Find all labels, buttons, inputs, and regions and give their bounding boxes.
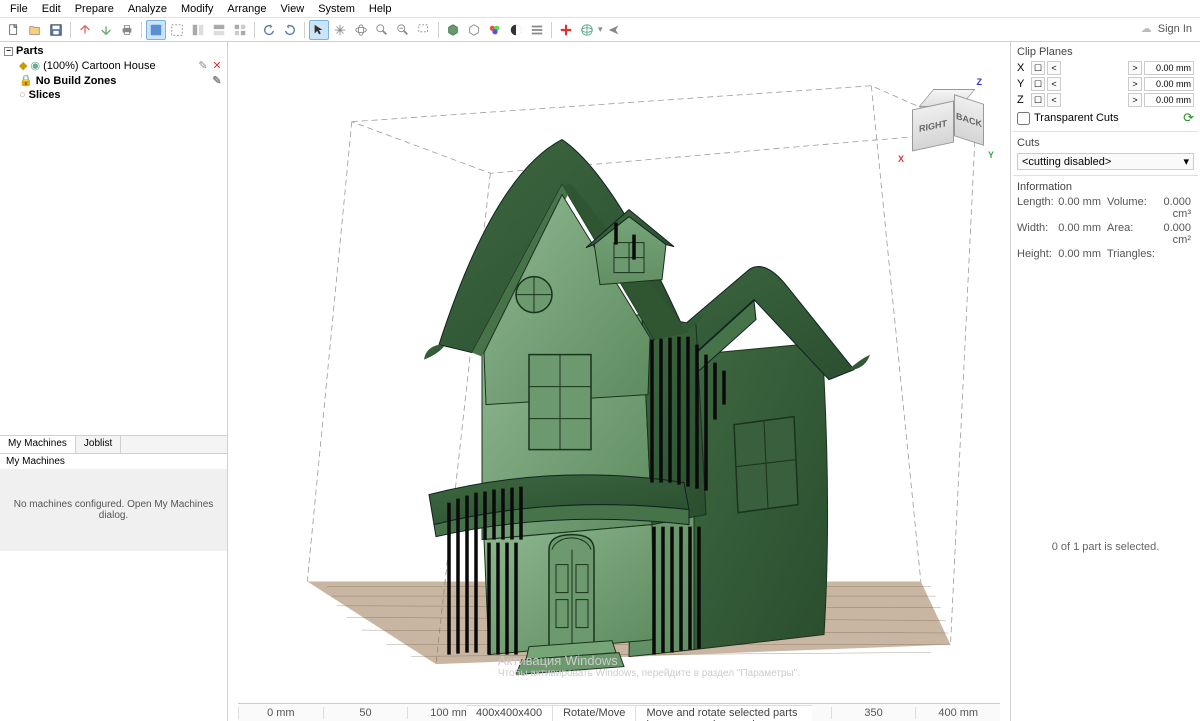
menu-arrange[interactable]: Arrange (221, 2, 272, 16)
clip-planes-title: Clip Planes (1013, 44, 1198, 60)
cloud-icon: ☁ (1141, 22, 1152, 35)
part-cube-icon: ◉ (30, 59, 40, 72)
sign-in-area[interactable]: ☁ Sign In (1141, 22, 1192, 35)
sign-in-link[interactable]: Sign In (1158, 23, 1192, 35)
zoom-window-button[interactable] (414, 20, 434, 40)
status-mode: Rotate/Move (553, 706, 636, 721)
refresh-icon[interactable]: ⟳ (1183, 110, 1194, 126)
tree-item-label: (100%) Cartoon House (43, 60, 156, 72)
tree-root-label: Parts (16, 45, 44, 57)
undo-button[interactable] (259, 20, 279, 40)
view-mode-3-button[interactable] (188, 20, 208, 40)
clip-z-lt[interactable]: < (1047, 93, 1061, 107)
clip-x-toggle[interactable]: ☐ (1031, 61, 1045, 75)
new-file-button[interactable] (4, 20, 24, 40)
clip-z-gt[interactable]: > (1128, 93, 1142, 107)
zoom-fit-button[interactable] (393, 20, 413, 40)
toolbar: ▾ (0, 18, 1200, 42)
view-mode-5-button[interactable] (230, 20, 250, 40)
menu-help[interactable]: Help (363, 2, 398, 16)
clip-y-row: Y ☐ < > (1013, 76, 1198, 92)
menu-bar: File Edit Prepare Analyze Modify Arrange… (0, 0, 1200, 18)
viewcube-right[interactable]: BACK (954, 94, 984, 146)
parts-tree[interactable]: − Parts ◆ ◉ (100%) Cartoon House ✎ ✕ 🔒 N… (0, 42, 227, 435)
import-button[interactable] (75, 20, 95, 40)
render-contrast-button[interactable] (506, 20, 526, 40)
menu-analyze[interactable]: Analyze (122, 2, 173, 16)
edit-icon[interactable]: ✎ (211, 75, 223, 87)
clip-x-lt[interactable]: < (1047, 61, 1061, 75)
clip-x-row: X ☐ < > (1013, 60, 1198, 76)
windows-activation-watermark: Активация Windows Чтобы активировать Win… (498, 653, 800, 679)
open-file-button[interactable] (25, 20, 45, 40)
status-bar: 400x400x400 Rotate/Move Move and rotate … (466, 705, 812, 721)
viewcube-front[interactable]: RIGHT (912, 101, 954, 152)
collapse-icon[interactable]: − (4, 47, 13, 56)
bottom-tabs: My Machines Joblist (0, 435, 227, 453)
menu-file[interactable]: File (4, 2, 34, 16)
save-button[interactable] (46, 20, 66, 40)
delete-icon[interactable]: ✕ (211, 60, 223, 72)
view-mode-1-button[interactable] (146, 20, 166, 40)
orbit-tool-button[interactable] (351, 20, 371, 40)
menu-view[interactable]: View (275, 2, 311, 16)
add-button[interactable] (556, 20, 576, 40)
tree-item-slices[interactable]: ○ Slices (2, 88, 225, 102)
tree-item-model[interactable]: ◆ ◉ (100%) Cartoon House ✎ ✕ (2, 58, 225, 73)
render-color-button[interactable] (485, 20, 505, 40)
send-button[interactable] (604, 20, 624, 40)
transparent-cuts-checkbox[interactable] (1017, 112, 1030, 125)
info-title: Information (1013, 179, 1198, 195)
clip-z-row: Z ☐ < > (1013, 92, 1198, 108)
3d-viewport[interactable]: Z Y X RIGHT BACK Активация Windows Чтобы… (228, 42, 1010, 721)
clip-y-toggle[interactable]: ☐ (1031, 77, 1045, 91)
view-mode-2-button[interactable] (167, 20, 187, 40)
clip-z-toggle[interactable]: ☐ (1031, 93, 1045, 107)
tree-slices-label: Slices (29, 89, 61, 101)
tree-item-nobuild[interactable]: 🔒 No Build Zones ✎ (2, 73, 225, 88)
redo-button[interactable] (280, 20, 300, 40)
right-panel: Clip Planes X ☐ < > Y ☐ < > Z ☐ < > Tr (1010, 42, 1200, 721)
clip-y-gt[interactable]: > (1128, 77, 1142, 91)
view-mode-4-button[interactable] (209, 20, 229, 40)
clip-y-lt[interactable]: < (1047, 77, 1061, 91)
lock-icon: 🔒 (19, 74, 33, 87)
machines-panel: My Machines No machines configured. Open… (0, 453, 227, 721)
render-solid-button[interactable] (443, 20, 463, 40)
chevron-down-icon: ▾ (1183, 155, 1189, 168)
tree-root-parts[interactable]: − Parts (2, 44, 225, 58)
view-cube[interactable]: RIGHT BACK (912, 87, 982, 157)
pan-tool-button[interactable] (330, 20, 350, 40)
render-layers-button[interactable] (527, 20, 547, 40)
clip-x-gt[interactable]: > (1128, 61, 1142, 75)
left-panel: − Parts ◆ ◉ (100%) Cartoon House ✎ ✕ 🔒 N… (0, 42, 228, 721)
clip-y-input[interactable] (1144, 77, 1194, 91)
circle-icon: ○ (19, 89, 26, 101)
status-hint: Move and rotate selected parts by mouse … (636, 706, 812, 721)
zoom-tool-button[interactable] (372, 20, 392, 40)
machines-empty-message: No machines configured. Open My Machines… (0, 469, 227, 551)
cuts-title: Cuts (1013, 135, 1198, 151)
print-button[interactable] (117, 20, 137, 40)
menu-prepare[interactable]: Prepare (69, 2, 120, 16)
machines-header: My Machines (0, 454, 227, 469)
render-wire-button[interactable] (464, 20, 484, 40)
globe-button[interactable] (577, 20, 597, 40)
clip-z-input[interactable] (1144, 93, 1194, 107)
tab-machines[interactable]: My Machines (0, 436, 76, 453)
part-color-icon: ◆ (19, 59, 27, 72)
edit-icon[interactable]: ✎ (197, 60, 209, 72)
selection-status: 0 of 1 part is selected. (1013, 541, 1198, 553)
menu-edit[interactable]: Edit (36, 2, 67, 16)
status-dims: 400x400x400 (466, 706, 553, 721)
menu-system[interactable]: System (312, 2, 361, 16)
clip-x-input[interactable] (1144, 61, 1194, 75)
export-button[interactable] (96, 20, 116, 40)
cuts-dropdown[interactable]: <cutting disabled>▾ (1017, 153, 1194, 170)
select-tool-button[interactable] (309, 20, 329, 40)
menu-modify[interactable]: Modify (175, 2, 219, 16)
tab-joblist[interactable]: Joblist (76, 436, 121, 453)
tree-nobuild-label: No Build Zones (36, 75, 117, 87)
